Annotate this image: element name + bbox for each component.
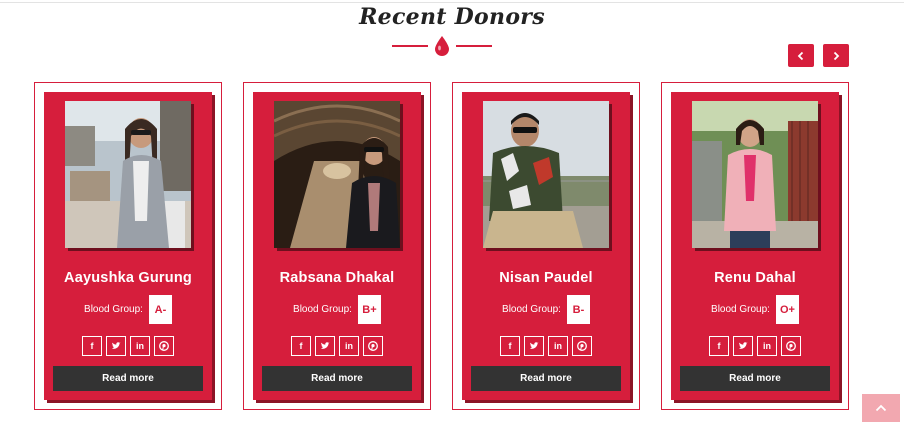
facebook-icon[interactable]: f [500,336,520,356]
donor-photo-image [274,101,400,248]
blood-group-row: Blood Group: B+ [253,295,421,324]
back-to-top-button[interactable] [862,394,900,422]
donor-photo [65,101,191,248]
section-title: Recent Donors [359,4,545,30]
social-links: f in [462,336,630,356]
pinterest-icon[interactable] [154,336,174,356]
blood-group-label: Blood Group: [293,304,352,315]
donor-card-body: Aayushka Gurung Blood Group: A- f in Rea… [44,92,212,400]
read-more-button[interactable]: Read more [262,366,412,391]
blood-group-badge: B+ [357,295,381,324]
twitter-icon[interactable] [733,336,753,356]
donor-card-body: Nisan Paudel Blood Group: B- f in Read m… [462,92,630,400]
chevron-left-icon [797,51,804,60]
facebook-icon[interactable]: f [709,336,729,356]
donor-photo-image [483,101,609,248]
facebook-icon[interactable]: f [82,336,102,356]
blood-group-badge: A- [148,295,172,324]
blood-group-badge: B- [566,295,590,324]
read-more-button[interactable]: Read more [471,366,621,391]
donor-card: Nisan Paudel Blood Group: B- f in Read m… [452,82,640,410]
donor-card: Aayushka Gurung Blood Group: A- f in Rea… [34,82,222,410]
twitter-icon[interactable] [524,336,544,356]
blood-group-row: Blood Group: A- [44,295,212,324]
blood-group-label: Blood Group: [502,304,561,315]
carousel-prev-button[interactable] [788,44,814,67]
donor-card: Renu Dahal Blood Group: O+ f in Read mor… [661,82,849,410]
donor-photo [274,101,400,248]
read-more-button[interactable]: Read more [53,366,203,391]
donor-photo-image [65,101,191,248]
chevron-up-icon [875,404,887,412]
facebook-icon[interactable]: f [291,336,311,356]
blood-group-label: Blood Group: [84,304,143,315]
donor-name: Rabsana Dhakal [279,270,395,286]
pinterest-icon[interactable] [781,336,801,356]
carousel-next-button[interactable] [823,44,849,67]
twitter-icon[interactable] [315,336,335,356]
blood-drop-divider [392,36,492,56]
social-links: f in [44,336,212,356]
pinterest-icon[interactable] [572,336,592,356]
linkedin-icon[interactable]: in [339,336,359,356]
donor-photo [692,101,818,248]
donor-photo-image [692,101,818,248]
blood-group-label: Blood Group: [711,304,770,315]
blood-group-row: Blood Group: B- [462,295,630,324]
donor-card: Rabsana Dhakal Blood Group: B+ f in Read… [243,82,431,410]
donor-name: Nisan Paudel [499,270,593,286]
social-links: f in [253,336,421,356]
chevron-right-icon [833,51,840,60]
linkedin-icon[interactable]: in [130,336,150,356]
blood-group-badge: O+ [775,295,799,324]
donor-photo [483,101,609,248]
donor-card-body: Rabsana Dhakal Blood Group: B+ f in Read… [253,92,421,400]
pinterest-icon[interactable] [363,336,383,356]
linkedin-icon[interactable]: in [548,336,568,356]
twitter-icon[interactable] [106,336,126,356]
top-divider [0,2,904,3]
social-links: f in [671,336,839,356]
blood-drop-icon [435,36,449,56]
donor-name: Aayushka Gurung [64,270,192,286]
donor-name: Renu Dahal [714,270,796,286]
blood-group-row: Blood Group: O+ [671,295,839,324]
donor-card-body: Renu Dahal Blood Group: O+ f in Read mor… [671,92,839,400]
read-more-button[interactable]: Read more [680,366,830,391]
linkedin-icon[interactable]: in [757,336,777,356]
